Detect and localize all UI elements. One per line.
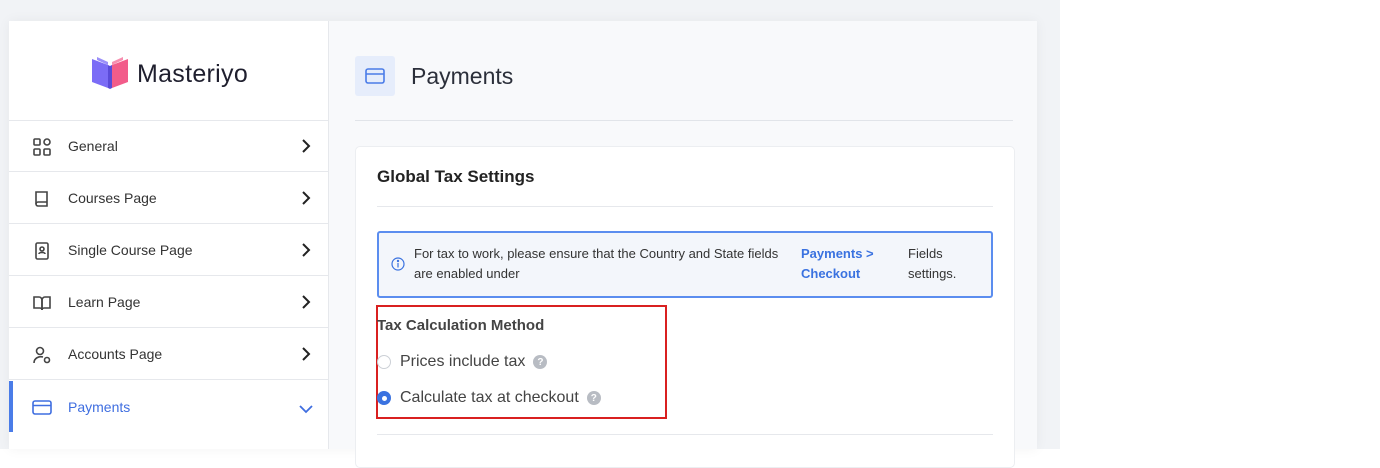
open-book-icon: [32, 293, 52, 313]
card-title: Global Tax Settings: [377, 167, 535, 186]
chevron-right-icon: [300, 295, 312, 309]
radio-calculate-tax-at-checkout[interactable]: Calculate tax at checkout ?: [377, 389, 601, 407]
sidebar: Masteriyo General Courses Page Single Co…: [9, 21, 329, 449]
sidebar-item-label: Single Course Page: [68, 242, 193, 258]
brand-name: Masteriyo: [136, 60, 249, 88]
logo-book-icon: [89, 55, 131, 94]
grid-icon: [32, 137, 52, 157]
chevron-right-icon: [300, 191, 312, 205]
radio-label: Calculate tax at checkout: [400, 389, 579, 406]
help-icon[interactable]: ?: [586, 391, 601, 405]
sidebar-item-label: General: [68, 138, 118, 154]
page-title: Payments: [411, 62, 514, 89]
radio-button[interactable]: [377, 391, 391, 405]
credit-card-icon: [31, 397, 52, 417]
tax-method-label: Tax Calculation Method: [377, 317, 545, 334]
sidebar-item-courses-page[interactable]: Courses Page: [9, 173, 328, 224]
sidebar-item-payments[interactable]: Payments: [9, 381, 328, 432]
user-settings-icon: [32, 345, 52, 365]
sidebar-item-single-course-page[interactable]: Single Course Page: [9, 225, 328, 276]
chevron-right-icon: [300, 243, 312, 257]
notice-tail: Fields settings.: [908, 246, 957, 281]
active-indicator: [9, 381, 13, 432]
sidebar-item-label: Learn Page: [68, 294, 141, 310]
book-icon: [32, 189, 52, 209]
page-header: Payments: [355, 56, 513, 96]
divider: [377, 206, 993, 207]
divider: [377, 434, 993, 435]
chevron-down-icon: [299, 401, 313, 415]
divider: [355, 120, 1013, 121]
contact-book-icon: [32, 241, 52, 261]
radio-prices-include-tax[interactable]: Prices include tax ?: [377, 353, 548, 371]
settings-card: Global Tax Settings For tax to work, ple…: [355, 146, 1015, 468]
chevron-right-icon: [300, 139, 312, 153]
credit-card-icon: [355, 56, 395, 96]
logo[interactable]: Masteriyo: [9, 21, 328, 121]
sidebar-item-accounts-page[interactable]: Accounts Page: [9, 329, 328, 380]
sidebar-item-general[interactable]: General: [9, 121, 328, 172]
payments-checkout-link[interactable]: Payments > Checkout: [801, 244, 891, 284]
sidebar-item-learn-page[interactable]: Learn Page: [9, 277, 328, 328]
app-window: Masteriyo General Courses Page Single Co…: [9, 21, 1037, 468]
help-icon[interactable]: ?: [533, 355, 548, 369]
info-icon: [391, 257, 405, 276]
sidebar-item-label: Accounts Page: [68, 346, 163, 362]
radio-label: Prices include tax: [400, 353, 526, 370]
notice-message: For tax to work, please ensure that the …: [414, 246, 779, 281]
radio-button[interactable]: [377, 355, 391, 369]
sidebar-item-label: Payments: [68, 398, 131, 415]
chevron-right-icon: [300, 347, 312, 361]
info-notice: For tax to work, please ensure that the …: [377, 231, 993, 298]
sidebar-item-label: Courses Page: [68, 190, 157, 206]
main-content: Payments Global Tax Settings For tax to …: [355, 21, 1015, 468]
